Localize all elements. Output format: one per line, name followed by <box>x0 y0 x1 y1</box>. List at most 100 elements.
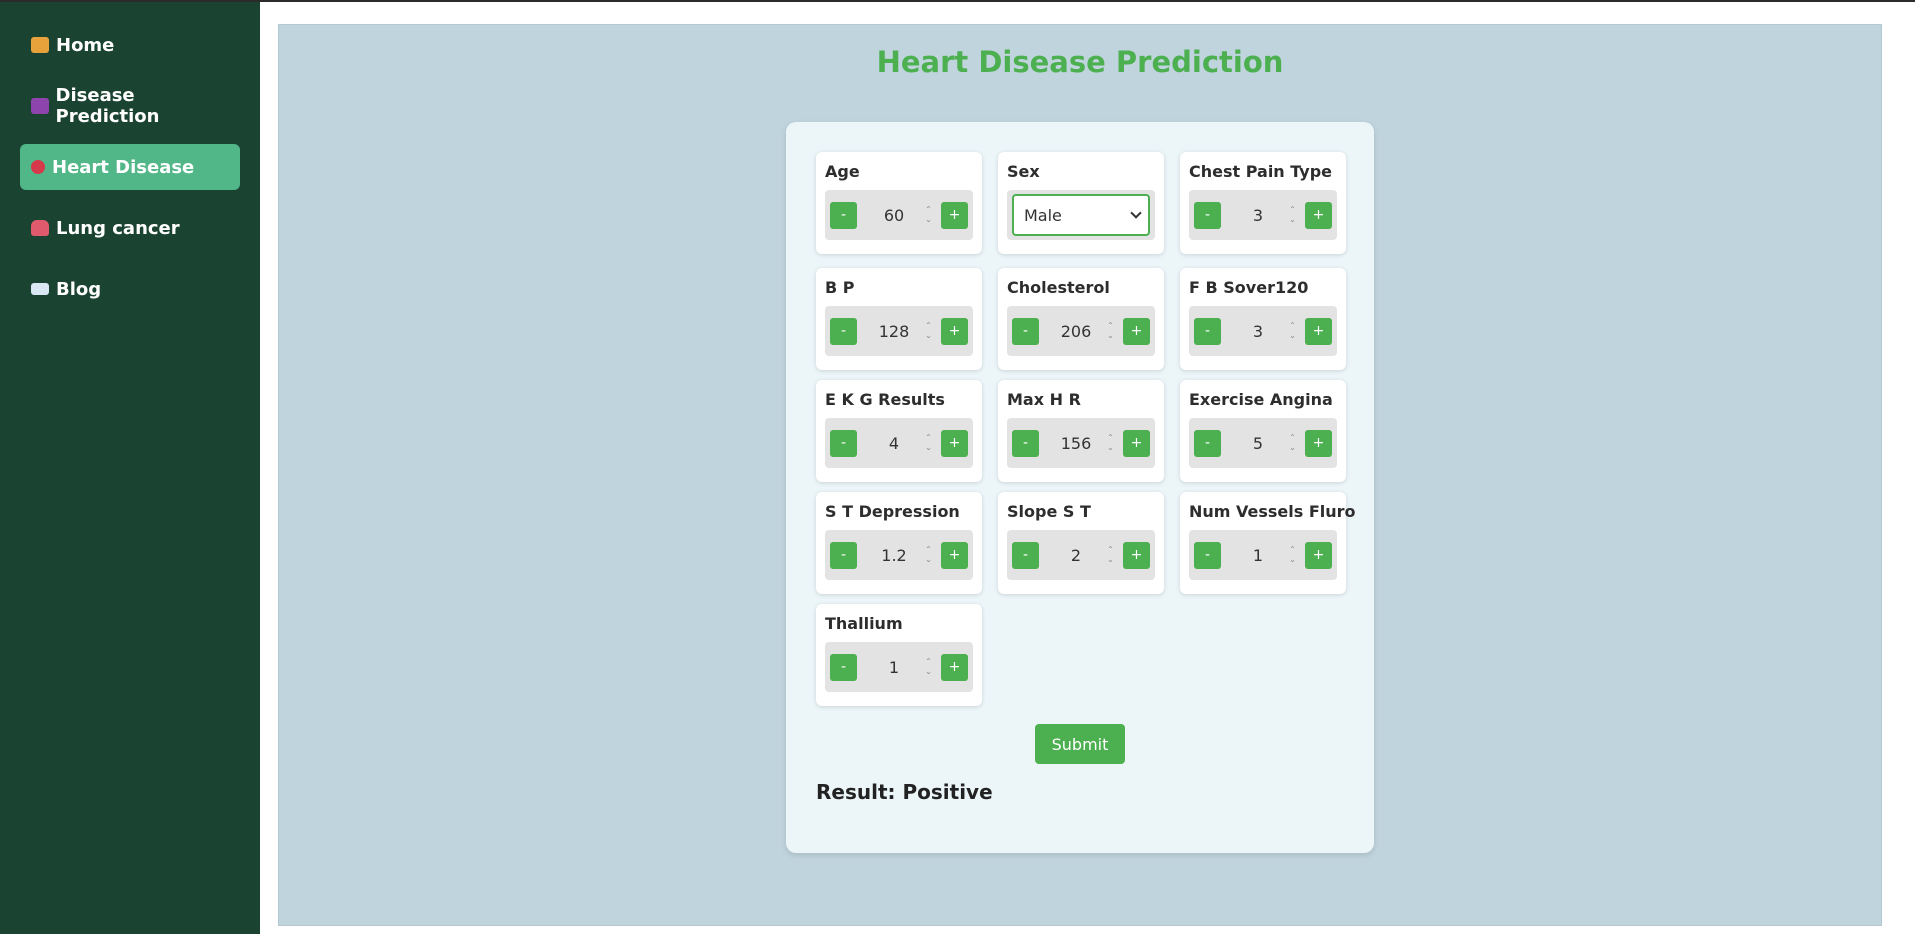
spinner-icon[interactable]: ⌃ ⌄ <box>924 658 933 676</box>
increment-button[interactable]: + <box>941 201 968 229</box>
sex-selected-value: Male <box>1024 205 1062 225</box>
spinner-icon[interactable]: ⌃ ⌄ <box>924 546 933 564</box>
spinner-icon[interactable]: ⌃ ⌄ <box>1106 434 1115 452</box>
spinner-icon[interactable]: ⌃ ⌄ <box>1106 546 1115 564</box>
increment-button[interactable]: + <box>1123 541 1150 569</box>
decrement-button[interactable]: - <box>830 429 857 457</box>
sidebar-item-disease-prediction[interactable]: Disease Prediction <box>20 83 240 129</box>
increment-button[interactable]: + <box>941 429 968 457</box>
cholesterol-input[interactable]: 206 ⌃ ⌄ <box>1039 316 1123 346</box>
increment-button[interactable]: + <box>1123 429 1150 457</box>
decrement-button[interactable]: - <box>830 317 857 345</box>
increment-button[interactable]: + <box>1305 317 1332 345</box>
increment-button[interactable]: + <box>1305 429 1332 457</box>
spinner-icon[interactable]: ⌃ ⌄ <box>1288 322 1297 340</box>
field-label: E K G Results <box>825 390 945 409</box>
ekg-results-stepper: - 4 ⌃ ⌄ + <box>825 418 973 468</box>
field-num-vessels-fluro: Num Vessels Fluro - 1 ⌃ ⌄ + <box>1180 492 1356 594</box>
prediction-form-card: Age - 60 ⌃⌄ + Sex Male Chest Pain Type <box>786 122 1374 853</box>
result-text: Result: Positive <box>816 780 993 804</box>
sidebar: Home Disease Prediction Heart Disease Lu… <box>0 2 260 934</box>
field-slope-st: Slope S T - 2 ⌃ ⌄ + <box>998 492 1164 594</box>
field-st-depression: S T Depression - 1.2 ⌃ ⌄ + <box>816 492 982 594</box>
st-depression-stepper: - 1.2 ⌃ ⌄ + <box>825 530 973 580</box>
spinner-icon[interactable]: ⌃ ⌄ <box>1288 434 1297 452</box>
field-label: Chest Pain Type <box>1189 162 1333 181</box>
spinner-icon[interactable]: ⌃ ⌄ <box>924 434 933 452</box>
decrement-button[interactable]: - <box>1012 317 1039 345</box>
sidebar-item-lung-cancer[interactable]: Lung cancer <box>20 205 240 251</box>
field-chest-pain-type: Chest Pain Type - 3 ⌃ ⌄ + <box>1180 152 1346 254</box>
book-icon <box>31 283 49 295</box>
sidebar-item-label: Blog <box>56 278 102 300</box>
max-hr-stepper: - 156 ⌃ ⌄ + <box>1007 418 1155 468</box>
field-age: Age - 60 ⌃ ⌄ + <box>816 152 982 254</box>
decrement-button[interactable]: - <box>1194 429 1221 457</box>
home-icon <box>31 37 49 53</box>
bp-stepper: - 128 ⌃ ⌄ + <box>825 306 973 356</box>
num-vessels-fluro-input[interactable]: 1 ⌃ ⌄ <box>1221 540 1305 570</box>
field-label: Age <box>825 162 860 181</box>
thallium-stepper: - 1 ⌃ ⌄ + <box>825 642 973 692</box>
decrement-button[interactable]: - <box>830 541 857 569</box>
spinner-icon[interactable]: ⌃ ⌄ <box>924 206 933 224</box>
sex-select-wrapper: Male <box>1007 190 1155 240</box>
lungs-icon <box>31 220 49 236</box>
heart-icon <box>31 160 45 174</box>
field-max-hr: Max H R - 156 ⌃ ⌄ + <box>998 380 1164 482</box>
field-label: Thallium <box>825 614 903 633</box>
cholesterol-stepper: - 206 ⌃ ⌄ + <box>1007 306 1155 356</box>
increment-button[interactable]: + <box>941 541 968 569</box>
slope-st-stepper: - 2 ⌃ ⌄ + <box>1007 530 1155 580</box>
fbs-over-120-stepper: - 3 ⌃ ⌄ + <box>1189 306 1337 356</box>
sidebar-item-home[interactable]: Home <box>20 22 240 68</box>
spinner-icon[interactable]: ⌃ ⌄ <box>924 322 933 340</box>
decrement-button[interactable]: - <box>1012 541 1039 569</box>
ekg-results-input[interactable]: 4 ⌃ ⌄ <box>857 428 941 458</box>
max-hr-input[interactable]: 156 ⌃ ⌄ <box>1039 428 1123 458</box>
exercise-angina-stepper: - 5 ⌃ ⌄ + <box>1189 418 1337 468</box>
sex-select[interactable]: Male <box>1012 194 1150 236</box>
increment-button[interactable]: + <box>1305 541 1332 569</box>
bp-input[interactable]: 128 ⌃ ⌄ <box>857 316 941 346</box>
fbs-over-120-input[interactable]: 3 ⌃ ⌄ <box>1221 316 1305 346</box>
spinner-icon[interactable]: ⌃ ⌄ <box>1288 206 1297 224</box>
chest-pain-type-input[interactable]: 3 ⌃ ⌄ <box>1221 200 1305 230</box>
increment-button[interactable]: + <box>941 653 968 681</box>
increment-button[interactable]: + <box>1123 317 1150 345</box>
field-bp: B P - 128 ⌃ ⌄ + <box>816 268 982 370</box>
sidebar-item-blog[interactable]: Blog <box>20 266 240 312</box>
submit-button[interactable]: Submit <box>1035 724 1125 764</box>
field-thallium: Thallium - 1 ⌃ ⌄ + <box>816 604 982 706</box>
age-input[interactable]: 60 ⌃ ⌄ <box>857 200 941 230</box>
chest-pain-type-stepper: - 3 ⌃ ⌄ + <box>1189 190 1337 240</box>
field-label: Slope S T <box>1007 502 1091 521</box>
st-depression-input[interactable]: 1.2 ⌃ ⌄ <box>857 540 941 570</box>
page-title: Heart Disease Prediction <box>876 45 1284 79</box>
sidebar-item-label: Home <box>56 34 115 56</box>
field-sex: Sex Male <box>998 152 1164 254</box>
field-exercise-angina: Exercise Angina - 5 ⌃ ⌄ + <box>1180 380 1346 482</box>
field-label: Num Vessels Fluro <box>1189 502 1356 521</box>
medical-icon <box>31 98 49 114</box>
spinner-icon[interactable]: ⌃ ⌄ <box>1106 322 1115 340</box>
decrement-button[interactable]: - <box>1194 541 1221 569</box>
thallium-input[interactable]: 1 ⌃ ⌄ <box>857 652 941 682</box>
increment-button[interactable]: + <box>941 317 968 345</box>
field-ekg-results: E K G Results - 4 ⌃ ⌄ + <box>816 380 982 482</box>
window-top-border <box>0 0 1915 2</box>
decrement-button[interactable]: - <box>830 201 857 229</box>
sidebar-item-label: Lung cancer <box>56 217 180 239</box>
decrement-button[interactable]: - <box>1012 429 1039 457</box>
decrement-button[interactable]: - <box>830 653 857 681</box>
sidebar-item-label: Disease Prediction <box>55 85 160 127</box>
decrement-button[interactable]: - <box>1194 201 1221 229</box>
decrement-button[interactable]: - <box>1194 317 1221 345</box>
spinner-icon[interactable]: ⌃ ⌄ <box>1288 546 1297 564</box>
field-cholesterol: Cholesterol - 206 ⌃ ⌄ + <box>998 268 1164 370</box>
slope-st-input[interactable]: 2 ⌃ ⌄ <box>1039 540 1123 570</box>
field-label: Max H R <box>1007 390 1081 409</box>
exercise-angina-input[interactable]: 5 ⌃ ⌄ <box>1221 428 1305 458</box>
sidebar-item-heart-disease[interactable]: Heart Disease <box>20 144 240 190</box>
increment-button[interactable]: + <box>1305 201 1332 229</box>
